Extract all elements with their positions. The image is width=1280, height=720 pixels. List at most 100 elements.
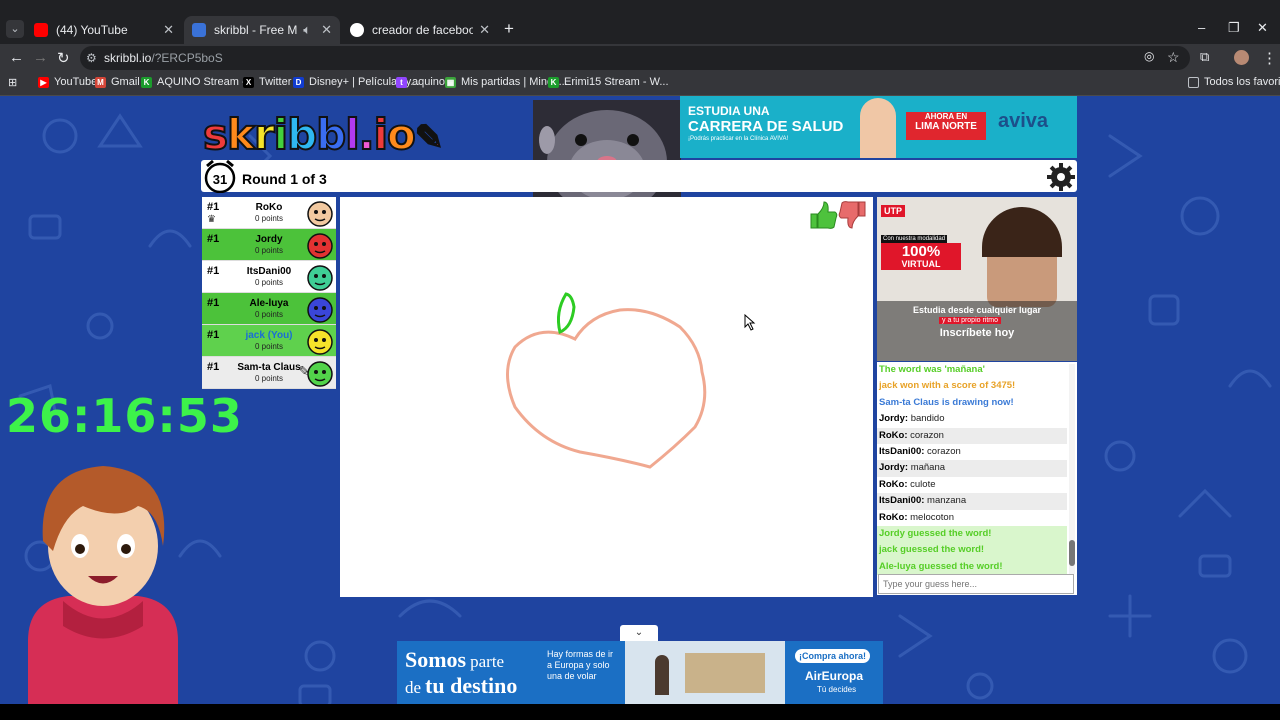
eye-off-icon[interactable]: ◎: [1144, 49, 1154, 63]
new-tab-icon[interactable]: +: [504, 19, 514, 39]
tab-skribbl[interactable]: skribbl - Free Multiplayer D 🔈︎ ✕: [184, 16, 340, 44]
scroll-thumb[interactable]: [1069, 540, 1075, 566]
cursor-icon: [744, 313, 756, 331]
chat-author: RoKo:: [879, 429, 908, 441]
chat-message: Jordy: mañana: [877, 460, 1067, 477]
address-toolbar: ← → ↻ ⚙ skribbl.io/?ERCP5boS ◎ ☆ ⧉ ⋮: [0, 44, 1280, 72]
bottom-ad-cta[interactable]: ¡Compra ahora!: [795, 649, 871, 663]
top-ad-person: [860, 98, 896, 158]
chat-message: ItsDani00: corazon: [877, 444, 1067, 460]
chat-message: ItsDani00: manzana: [877, 493, 1067, 510]
reload-icon[interactable]: ↻: [57, 49, 70, 67]
restore-button[interactable]: ❐: [1228, 20, 1240, 36]
bottom-ad-tag: Tú decides: [817, 685, 857, 694]
url-host: skribbl.io: [104, 51, 152, 65]
extensions-icon[interactable]: ⧉: [1200, 49, 1209, 65]
vote-buttons: [808, 200, 868, 235]
player-points: 0 points: [254, 310, 284, 319]
youtube-icon: [34, 23, 48, 37]
chat-message: RoKo: culote: [877, 477, 1067, 493]
chat-author: ItsDani00:: [879, 495, 925, 507]
bookmark-erimi-stream[interactable]: K Erimi15 Stream - W...: [548, 76, 669, 88]
player-rank: #1: [207, 201, 220, 213]
tab-list-icon[interactable]: ⌄: [6, 20, 24, 38]
side-ad-line1: Con nuestra modalidad: [881, 235, 948, 243]
kick-icon: K: [141, 76, 152, 88]
settings-gear-icon[interactable]: [1046, 162, 1076, 192]
top-ad-banner[interactable]: ESTUDIA UNA CARRERA DE SALUD ¡Podrás pra…: [680, 96, 1077, 158]
minimize-button[interactable]: –: [1198, 20, 1205, 35]
player-row[interactable]: #1 Sam-ta Claus 0 points ✎: [202, 357, 336, 389]
player-rank: #1: [207, 297, 220, 309]
player-row[interactable]: #1 ItsDani00 0 points: [202, 261, 336, 293]
star-icon[interactable]: ☆: [1167, 49, 1180, 66]
bookmark-aquino-stream[interactable]: K AQUINO Stream -...: [141, 76, 255, 88]
bottom-bar: [0, 704, 1280, 720]
player-rank: #1: [207, 265, 220, 277]
forward-icon[interactable]: →: [33, 49, 48, 66]
player-rank: #1: [207, 233, 220, 245]
menu-icon[interactable]: ⋮: [1262, 49, 1277, 67]
chat-text: The word was 'mañana': [879, 364, 985, 375]
chat-message: jack won with a score of 3475!: [877, 378, 1067, 394]
all-bookmarks[interactable]: Todos los favoritos: [1188, 76, 1280, 88]
bookmark-gmail[interactable]: M Gmail: [95, 76, 140, 88]
bottom-ad-banner[interactable]: Somos parte de tu destino Hay formas de …: [397, 641, 883, 704]
sound-icon[interactable]: 🔈︎: [303, 22, 311, 38]
bookmark-twitter[interactable]: X Twitter: [243, 76, 291, 88]
chat-message: RoKo: corazon: [877, 427, 1067, 444]
site-info-icon[interactable]: ⚙: [86, 46, 97, 70]
chevron-down-icon[interactable]: ⌄: [620, 625, 658, 641]
chat-message: The word was 'mañana': [877, 362, 1067, 379]
round-timer: 31: [212, 172, 228, 187]
tab-title: (44) YouTube: [56, 23, 128, 37]
round-indicator: Round 1 of 3: [242, 171, 327, 187]
close-icon[interactable]: ✕: [321, 22, 332, 38]
close-icon[interactable]: ✕: [479, 22, 490, 38]
player-points: 0 points: [254, 342, 284, 351]
tab-google-search[interactable]: creador de facebook - Buscar c ✕: [342, 16, 498, 44]
player-row[interactable]: #1 jack (You) 0 points: [202, 325, 336, 357]
pencil-icon: ✎: [298, 363, 310, 379]
thumbs-up-icon[interactable]: [810, 201, 838, 229]
guess-input[interactable]: [878, 574, 1074, 594]
tab-youtube[interactable]: (44) YouTube ✕: [26, 16, 182, 44]
close-window-button[interactable]: ✕: [1257, 20, 1268, 36]
back-icon[interactable]: ←: [9, 49, 24, 66]
url-bar[interactable]: ⚙ skribbl.io/?ERCP5boS: [80, 46, 1190, 70]
bottom-ad-big2: tu destino: [425, 673, 518, 698]
bottom-ad-small1: parte: [470, 652, 505, 671]
chat-author: Jordy:: [879, 462, 909, 474]
chat-message: RoKo: melocoton: [877, 510, 1067, 526]
disney-icon: D: [293, 76, 304, 88]
side-ad-brand: UTP: [881, 205, 905, 217]
gmail-icon: M: [95, 76, 106, 88]
chat-text: melocoton: [910, 511, 954, 523]
player-points: 0 points: [254, 214, 284, 223]
player-points: 0 points: [254, 246, 284, 255]
player-avatar: [307, 265, 333, 291]
player-row[interactable]: #1 Jordy 0 points: [202, 229, 336, 261]
thumbs-down-icon[interactable]: [838, 201, 866, 229]
chat-author: Jordy:: [879, 413, 909, 425]
kick-icon: K: [548, 76, 559, 88]
player-name: ItsDani00: [246, 266, 292, 277]
player-name: Jordy: [255, 234, 283, 245]
close-icon[interactable]: ✕: [163, 22, 174, 38]
skribbl-icon: [192, 23, 206, 37]
side-ad-cta: Inscríbete hoy: [939, 327, 1015, 339]
apps-icon[interactable]: ⊞: [8, 76, 17, 89]
game-top-bar: [201, 160, 1077, 192]
bookmark-aquino[interactable]: t aquino: [396, 76, 445, 88]
chat-scrollbar[interactable]: [1069, 364, 1075, 574]
side-ad-banner[interactable]: UTP Con nuestra modalidad 100% VIRTUAL E…: [877, 197, 1077, 361]
chat-text: manzana: [927, 495, 967, 507]
bottom-ad-small2: de: [405, 678, 422, 697]
profile-icon[interactable]: [1234, 50, 1249, 65]
top-ad-line3: ¡Podrás practicar en la Clínica AVIVA!: [688, 136, 789, 142]
player-row[interactable]: #1 Ale-luya 0 points: [202, 293, 336, 325]
drawing-canvas[interactable]: [340, 197, 873, 597]
player-row[interactable]: #1 ♛ RoKo 0 points: [202, 197, 336, 229]
bookmark-youtube[interactable]: ▶ YouTube: [38, 76, 97, 88]
folder-icon: [1188, 76, 1199, 88]
